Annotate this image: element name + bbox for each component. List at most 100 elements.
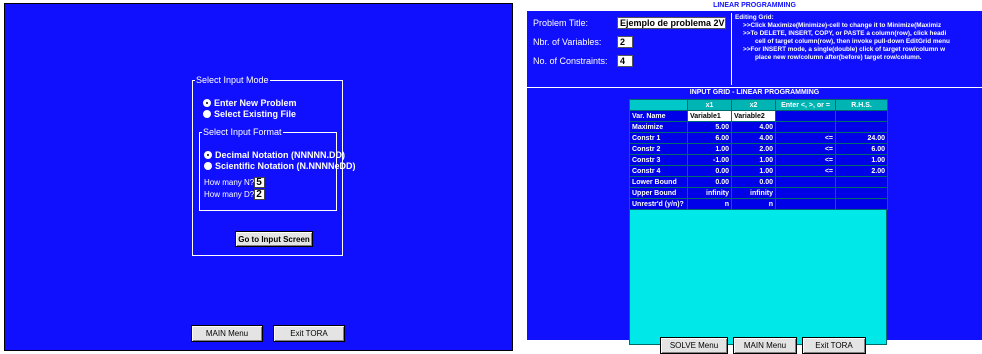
input-mode-window: Select Input Mode Enter New Problem Sele…	[0, 0, 515, 354]
row-header[interactable]: Var. Name	[629, 110, 688, 122]
grid-cell[interactable]	[775, 187, 836, 199]
row-header[interactable]: Constr 3	[629, 154, 688, 166]
number-of-variables-label: Nbr. of Variables:	[533, 37, 602, 47]
d-digits-input[interactable]: 2	[254, 189, 266, 200]
grid-header-row: x1 x2 Enter <, >, or = R.H.S.	[629, 99, 888, 111]
grid-cell[interactable]	[775, 198, 836, 210]
problem-title-label: Problem Title:	[533, 18, 589, 28]
main-menu-button[interactable]: MAIN Menu	[733, 337, 797, 354]
grid-cell[interactable]: 6.00	[687, 132, 732, 144]
grid-cell[interactable]: n	[687, 198, 732, 210]
enter-new-problem-label: Enter New Problem	[214, 97, 297, 108]
table-row: Upper Bound infinity infinity	[629, 187, 888, 199]
grid-cell[interactable]: <=	[775, 154, 836, 166]
table-row: Maximize 5.00 4.00	[629, 121, 888, 133]
number-of-constraints-label: No. of Constraints:	[533, 56, 608, 66]
grid-cell[interactable]	[775, 176, 836, 188]
grid-cell[interactable]: 2.00	[731, 143, 776, 155]
grid-cell[interactable]: 1.00	[731, 165, 776, 177]
input-mode-panel: Select Input Mode Enter New Problem Sele…	[4, 3, 513, 351]
grid-cell[interactable]: 6.00	[835, 143, 888, 155]
radio-unselected-icon[interactable]	[203, 109, 211, 118]
editing-note-2: >>To DELETE, INSERT, COPY, or PASTE a co…	[743, 30, 947, 37]
grid-cell[interactable]: 0.00	[731, 176, 776, 188]
table-row: Constr 4 0.00 1.00 <= 2.00	[629, 165, 888, 177]
table-row: Lower Bound 0.00 0.00	[629, 176, 888, 188]
grid-cell[interactable]: Variable1	[687, 110, 732, 122]
table-row: Unrestr'd (y/n)? n n	[629, 198, 888, 210]
column-header-x1[interactable]: x1	[687, 99, 732, 111]
row-header[interactable]: Constr 2	[629, 143, 688, 155]
grid-cell[interactable]: 24.00	[835, 132, 888, 144]
grid-cell[interactable]	[775, 121, 836, 133]
grid-cell[interactable]	[835, 110, 888, 122]
grid-cell[interactable]	[835, 187, 888, 199]
row-header[interactable]: Upper Bound	[629, 187, 688, 199]
scientific-notation-label: Scientific Notation (N.NNNNeDD)	[215, 160, 356, 171]
grid-cell[interactable]: 0.00	[687, 165, 732, 177]
radio-selected-icon[interactable]	[204, 150, 212, 159]
exit-tora-button[interactable]: Exit TORA	[273, 325, 345, 342]
row-header[interactable]: Maximize	[629, 121, 688, 133]
grid-cell[interactable]: 1.00	[835, 154, 888, 166]
grid-cell[interactable]: -1.00	[687, 154, 732, 166]
grid-cell[interactable]: 4.00	[731, 132, 776, 144]
enter-new-problem-option[interactable]: Enter New Problem	[203, 97, 297, 108]
input-grid-title: INPUT GRID - LINEAR PROGRAMMING	[689, 89, 820, 96]
mode-options: Enter New Problem Select Existing File	[203, 97, 297, 119]
grid-cell[interactable]	[775, 110, 836, 122]
input-grid-table: x1 x2 Enter <, >, or = R.H.S. Var. Name …	[629, 99, 888, 210]
how-many-n-label: How many N?	[204, 178, 255, 187]
problem-title-input[interactable]: Ejemplo de problema 2V 4R	[617, 17, 726, 29]
grid-cell[interactable]	[835, 198, 888, 210]
column-header-rhs[interactable]: R.H.S.	[835, 99, 888, 111]
row-header[interactable]: Constr 1	[629, 132, 688, 144]
linear-programming-window: LINEAR PROGRAMMING Problem Title: Ejempl…	[527, 0, 982, 354]
column-header-x2[interactable]: x2	[731, 99, 776, 111]
number-of-variables-input[interactable]: 2	[617, 36, 633, 48]
number-of-constraints-input[interactable]: 4	[617, 55, 633, 67]
grid-cell[interactable]: n	[731, 198, 776, 210]
row-header[interactable]: Unrestr'd (y/n)?	[629, 198, 688, 210]
column-header-relation[interactable]: Enter <, >, or =	[775, 99, 836, 111]
select-existing-file-option[interactable]: Select Existing File	[203, 108, 297, 119]
decimal-notation-option[interactable]: Decimal Notation (NNNNN.DD)	[204, 149, 356, 160]
grid-cell[interactable]	[835, 121, 888, 133]
row-header[interactable]: Lower Bound	[629, 176, 688, 188]
go-to-input-screen-button[interactable]: Go to Input Screen	[235, 231, 313, 247]
table-row: Constr 2 1.00 2.00 <= 6.00	[629, 143, 888, 155]
row-header[interactable]: Constr 4	[629, 165, 688, 177]
grid-cell[interactable]: infinity	[687, 187, 732, 199]
main-menu-button[interactable]: MAIN Menu	[191, 325, 263, 342]
grid-cell[interactable]: <=	[775, 132, 836, 144]
grid-cell[interactable]	[835, 176, 888, 188]
editing-note-3: cell of target column(row), then invoke …	[755, 38, 950, 45]
table-row: Constr 1 6.00 4.00 <= 24.00	[629, 132, 888, 144]
grid-cell[interactable]: infinity	[731, 187, 776, 199]
grid-cell[interactable]: 1.00	[731, 154, 776, 166]
lp-input-panel: Problem Title: Ejemplo de problema 2V 4R…	[527, 11, 982, 345]
select-input-format-group: Select Input Format Decimal Notation (NN…	[199, 127, 356, 211]
grid-cell[interactable]: <=	[775, 165, 836, 177]
grid-cell[interactable]: <=	[775, 143, 836, 155]
radio-unselected-icon[interactable]	[204, 161, 212, 170]
horizontal-divider	[527, 87, 982, 88]
format-options: Decimal Notation (NNNNN.DD) Scientific N…	[204, 149, 356, 171]
grid-cell[interactable]: 5.00	[687, 121, 732, 133]
grid-cell[interactable]: 4.00	[731, 121, 776, 133]
scientific-notation-option[interactable]: Scientific Notation (N.NNNNeDD)	[204, 160, 356, 171]
radio-selected-icon[interactable]	[203, 98, 211, 107]
grid-cell[interactable]: Variable2	[731, 110, 776, 122]
grid-corner-cell	[629, 99, 688, 111]
grid-cell[interactable]: 2.00	[835, 165, 888, 177]
select-input-mode-group: Select Input Mode Enter New Problem Sele…	[192, 75, 356, 256]
exit-tora-button[interactable]: Exit TORA	[802, 337, 866, 354]
window-title: LINEAR PROGRAMMING	[713, 2, 796, 9]
select-input-mode-legend: Select Input Mode	[196, 75, 269, 85]
grid-cell[interactable]: 0.00	[687, 176, 732, 188]
n-digits-input[interactable]: 5	[254, 177, 266, 188]
solve-menu-button[interactable]: SOLVE Menu	[660, 337, 728, 354]
grid-cell[interactable]: 1.00	[687, 143, 732, 155]
how-many-d-label: How many D?	[204, 190, 255, 199]
select-existing-file-label: Select Existing File	[214, 108, 297, 119]
